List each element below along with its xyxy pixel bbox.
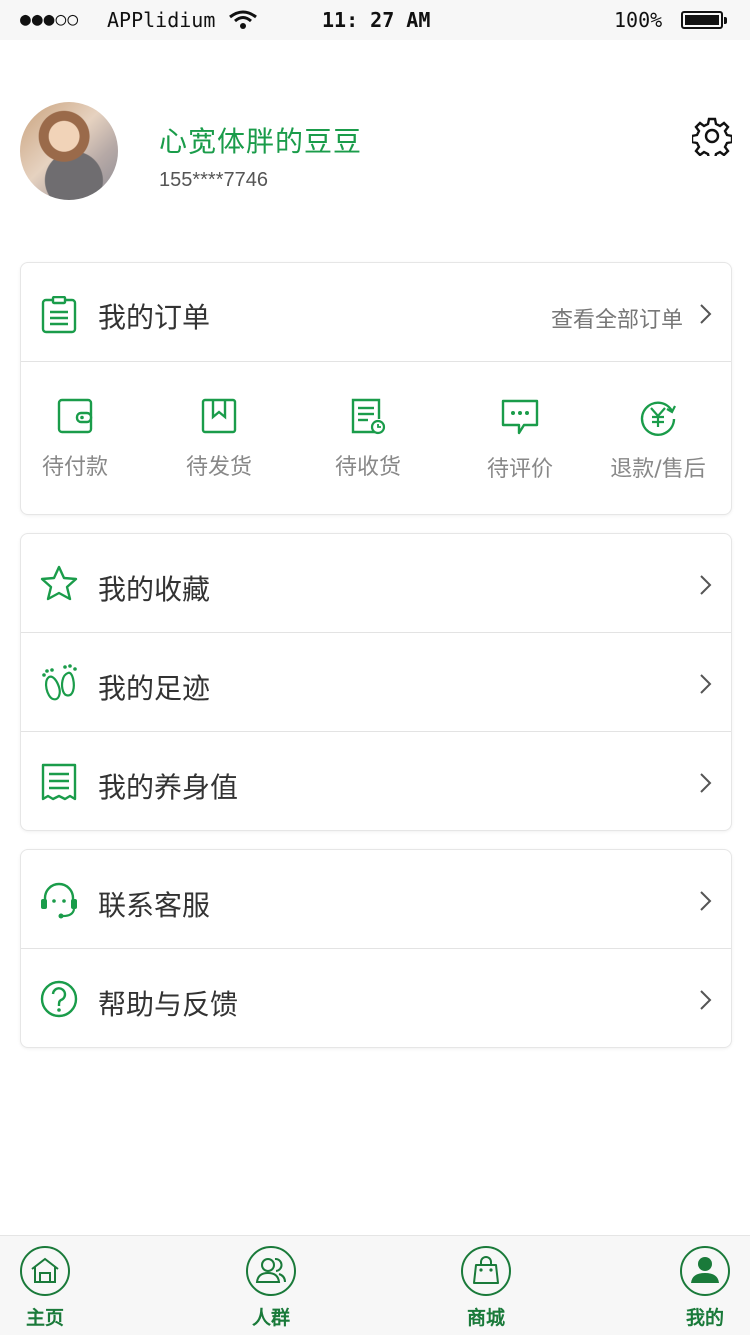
clipboard-icon: [41, 295, 77, 334]
orders-card: 我的订单 查看全部订单 待付款 待发货 待收货 待评价 退款/售后: [20, 262, 732, 515]
tab-label: 主页: [25, 1307, 64, 1329]
chevron-right-icon: [699, 673, 713, 699]
orders-header[interactable]: 我的订单 查看全部订单: [21, 263, 731, 362]
tab-me[interactable]: 我的: [660, 1245, 750, 1330]
order-status-label: 待评价: [486, 457, 553, 482]
star-icon: [39, 564, 79, 604]
receipt-clock-icon: [351, 398, 386, 435]
order-status-refund[interactable]: 退款/售后: [588, 397, 728, 483]
order-status-label: 退款/售后: [610, 457, 706, 482]
footprint-icon: [39, 663, 79, 703]
signal-strength: ●●●○○: [20, 9, 80, 30]
avatar[interactable]: [20, 102, 118, 200]
tab-label: 商城: [466, 1307, 505, 1329]
wifi-icon: [228, 10, 258, 34]
menu-item-label: 我的收藏: [98, 573, 211, 606]
headset-icon: [39, 880, 79, 920]
user-name[interactable]: 心宽体胖的豆豆: [159, 120, 362, 160]
orders-title: 我的订单: [98, 301, 211, 334]
tab-people[interactable]: 人群: [226, 1245, 316, 1330]
menu-item-favorites[interactable]: 我的收藏: [21, 534, 731, 633]
status-bar: ●●●○○ APPlidium 11: 27 AM 100%: [0, 0, 750, 40]
menu-item-footprints[interactable]: 我的足迹: [21, 633, 731, 732]
wallet-icon: [57, 398, 93, 434]
chevron-right-icon: [699, 303, 713, 329]
bottom-tab-bar: 主页 人群 商城 我的: [0, 1235, 750, 1335]
home-icon: [20, 1246, 70, 1296]
order-status-pending-shipment[interactable]: 待发货: [149, 397, 289, 481]
chevron-right-icon: [699, 772, 713, 798]
menu-item-label: 我的养身值: [98, 771, 239, 804]
menu-item-label: 帮助与反馈: [98, 988, 239, 1021]
carrier-name: APPlidium: [107, 8, 216, 32]
user-phone: 155****7746: [159, 169, 268, 191]
menu-item-label: 联系客服: [98, 889, 211, 922]
chevron-right-icon: [699, 890, 713, 916]
person-icon: [680, 1246, 730, 1296]
order-status-label: 待付款: [41, 455, 108, 480]
order-status-label: 待收货: [334, 455, 401, 480]
menu-item-health-points[interactable]: 我的养身值: [21, 732, 731, 830]
refund-yen-icon: [640, 401, 676, 436]
menu-item-customer-service[interactable]: 联系客服: [21, 850, 731, 949]
gear-icon: [690, 117, 734, 161]
tab-label: 我的: [685, 1307, 724, 1329]
status-time: 11: 27 AM: [322, 8, 431, 32]
order-status-pending-payment[interactable]: 待付款: [5, 397, 145, 481]
comment-icon: [501, 399, 539, 435]
tab-label: 人群: [251, 1307, 290, 1329]
menu-group-support: 联系客服 帮助与反馈: [20, 849, 732, 1048]
order-status-pending-receipt[interactable]: 待收货: [298, 397, 438, 481]
tab-home[interactable]: 主页: [0, 1245, 90, 1330]
shopping-bag-icon: [461, 1246, 511, 1296]
receipt-icon: [39, 762, 79, 802]
tab-mall[interactable]: 商城: [441, 1245, 531, 1330]
chevron-right-icon: [699, 989, 713, 1015]
menu-item-label: 我的足迹: [98, 672, 211, 705]
question-icon: [39, 979, 79, 1019]
order-status-label: 待发货: [185, 455, 252, 480]
battery-icon: [681, 11, 727, 29]
people-icon: [246, 1246, 296, 1296]
settings-button[interactable]: [690, 116, 734, 161]
menu-group-personal: 我的收藏 我的足迹 我的养身值: [20, 533, 732, 831]
view-all-orders-link[interactable]: 查看全部订单: [551, 302, 683, 334]
battery-percent: 100%: [614, 8, 663, 32]
order-status-pending-review[interactable]: 待评价: [450, 397, 590, 483]
menu-item-help-feedback[interactable]: 帮助与反馈: [21, 949, 731, 1047]
package-icon: [201, 398, 237, 434]
chevron-right-icon: [699, 574, 713, 600]
